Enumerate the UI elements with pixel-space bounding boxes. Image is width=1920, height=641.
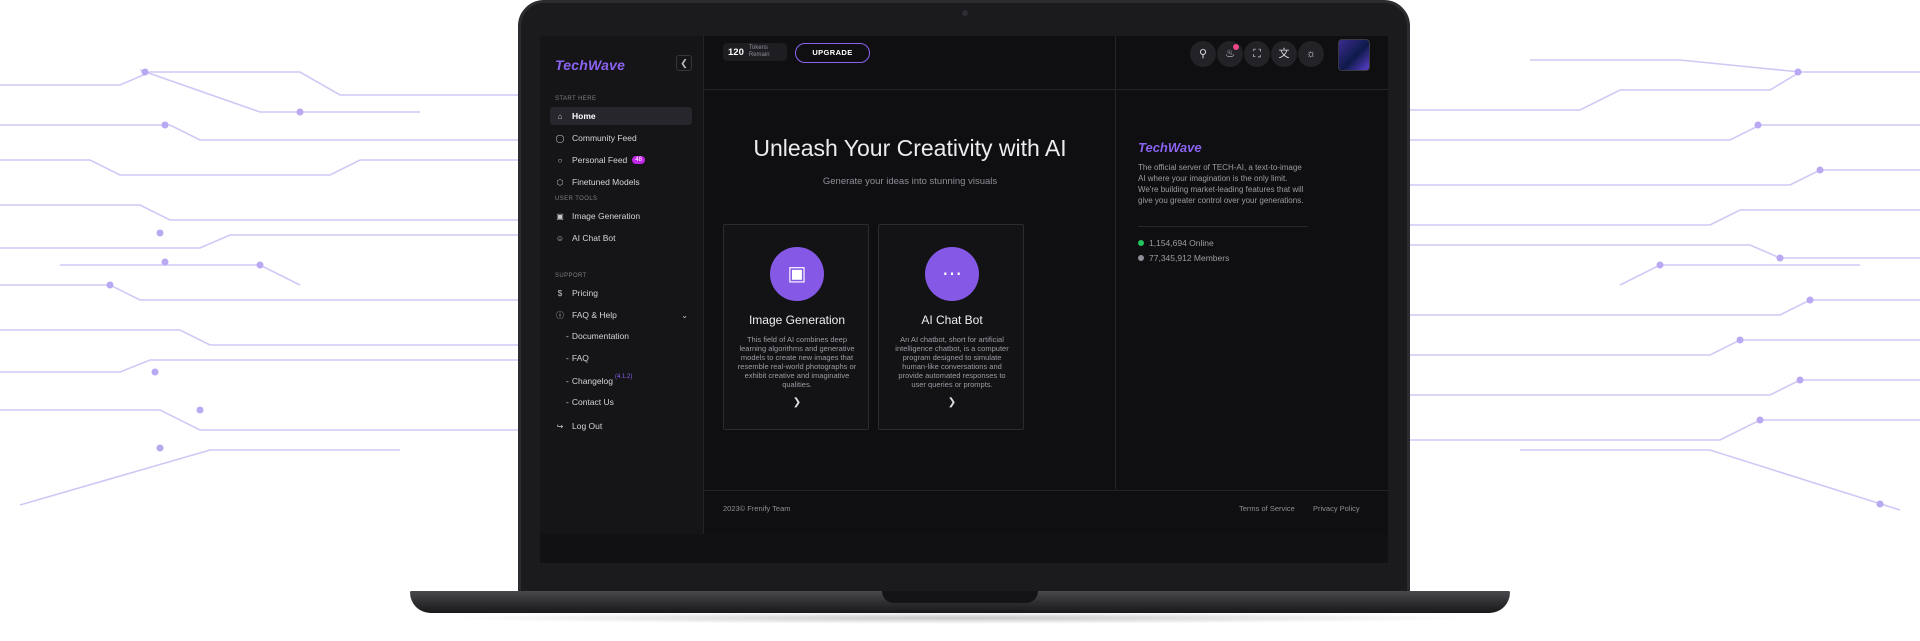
sidebar-item-community-feed[interactable]: ◯ Community Feed: [550, 129, 692, 147]
chat-icon: ⋯: [925, 247, 979, 301]
logout-icon: ↪: [556, 421, 564, 431]
user-avatar[interactable]: [1338, 39, 1370, 71]
page-subtitle: Generate your ideas into stunning visual…: [822, 176, 998, 187]
sidebar-item-label: Home: [572, 111, 596, 121]
notification-badge: 48: [632, 156, 645, 164]
topbar: 120 Tokens Remain UPGRADE ⚲ ♨ ⛶ 文 ☼: [704, 36, 1388, 90]
sidebar-item-label: FAQ & Help: [572, 310, 617, 320]
user-icon: ○: [557, 155, 563, 165]
app-screen: TechWave ❮ START HERE ⌂ Home ◯ Community…: [540, 36, 1388, 563]
info-logo: TechWave: [1138, 140, 1202, 155]
translate-button[interactable]: 文: [1271, 41, 1297, 67]
notification-dot: [1233, 44, 1239, 50]
home-icon: ⌂: [557, 111, 563, 121]
bell-icon: ♨: [1225, 48, 1235, 60]
sidebar: TechWave ❮ START HERE ⌂ Home ◯ Community…: [540, 36, 704, 563]
card-title: AI Chat Bot: [921, 313, 983, 327]
sidebar-item-ai-chat-bot[interactable]: ☺ AI Chat Bot: [550, 229, 692, 247]
fullscreen-icon: ⛶: [1253, 48, 1261, 60]
info-panel: TechWave The official server of TECH-AI,…: [1116, 90, 1388, 490]
tokens-count: 120: [728, 46, 744, 58]
circuit-decoration-right: [1380, 59, 1920, 511]
subitem-label: FAQ: [571, 353, 589, 363]
members-status-dot: [1138, 255, 1144, 261]
circuit-decoration-left: [0, 68, 540, 506]
card-description: This field of AI combines deep learning …: [737, 335, 857, 389]
chevron-left-icon: ❮: [680, 58, 688, 68]
sidebar-item-label: Personal Feed: [572, 155, 628, 165]
laptop-notch: [882, 591, 1038, 603]
subitem-label: Changelog: [571, 376, 613, 386]
laptop-camera: [962, 10, 968, 16]
help-icon: ⓘ: [556, 310, 564, 320]
page-title: Unleash Your Creativity with AI: [753, 135, 1067, 161]
card-title: Image Generation: [748, 313, 846, 327]
sidebar-subitem-documentation[interactable]: - Documentation: [566, 331, 629, 341]
sidebar-subitem-contact-us[interactable]: - Contact Us: [566, 397, 614, 407]
card-ai-chat-bot[interactable]: ⋯ AI Chat Bot An AI chatbot, short for a…: [878, 224, 1024, 430]
sidebar-item-faq-help[interactable]: ⓘ FAQ & Help ⌄: [550, 306, 692, 324]
online-status-dot: [1138, 240, 1144, 246]
sidebar-item-label: Pricing: [572, 288, 598, 298]
info-description: The official server of TECH-AI, a text-t…: [1138, 163, 1304, 205]
sidebar-item-label: AI Chat Bot: [572, 233, 616, 243]
card-image-generation[interactable]: ▣ Image Generation This field of AI comb…: [723, 224, 869, 430]
stage: TechWave ❮ START HERE ⌂ Home ◯ Community…: [0, 0, 1920, 641]
section-label-support: SUPPORT: [555, 273, 587, 279]
card-description: An AI chatbot, short for artificial inte…: [895, 335, 1009, 389]
search-icon: ⚲: [1198, 48, 1208, 60]
sun-icon: ☼: [1305, 48, 1317, 60]
users-icon: ◯: [555, 133, 565, 143]
brand-logo[interactable]: TechWave: [555, 57, 625, 73]
search-button[interactable]: ⚲: [1190, 41, 1216, 67]
sidebar-item-personal-feed[interactable]: ○ Personal Feed 48: [550, 151, 692, 169]
sidebar-item-pricing[interactable]: $ Pricing: [550, 284, 692, 302]
notifications-button[interactable]: ♨: [1217, 41, 1243, 67]
sidebar-item-image-generation[interactable]: ▣ Image Generation: [550, 207, 692, 225]
sidebar-item-label: Community Feed: [572, 133, 637, 143]
chevron-right-icon[interactable]: ❯: [879, 397, 1025, 408]
upgrade-button[interactable]: UPGRADE: [795, 43, 870, 63]
sidebar-subitem-changelog[interactable]: - Changelog (4.1.2): [566, 374, 633, 386]
footer: 2023© Frenify Team Terms of Service Priv…: [704, 490, 1388, 534]
section-label-user-tools: USER TOOLS: [555, 196, 598, 202]
laptop-shadow: [440, 612, 1480, 624]
tokens-counter: 120 Tokens Remain: [723, 43, 787, 61]
terms-link[interactable]: Terms of Service: [1239, 504, 1295, 513]
chevron-down-icon: ⌄: [681, 310, 688, 320]
image-icon: ▣: [556, 211, 564, 221]
image-icon: ▣: [770, 247, 824, 301]
sidebar-item-log-out[interactable]: ↪ Log Out: [550, 417, 692, 435]
fullscreen-button[interactable]: ⛶: [1244, 41, 1270, 67]
subitem-label: Contact Us: [571, 397, 614, 407]
tokens-label: Tokens Remain: [748, 45, 770, 58]
sidebar-item-home[interactable]: ⌂ Home: [550, 107, 692, 125]
collapse-sidebar-button[interactable]: ❮: [676, 55, 692, 71]
version-label: (4.1.2): [614, 374, 633, 380]
bottom-strip: [540, 534, 1388, 563]
divider: [1138, 226, 1308, 227]
members-stat: 77,345,912 Members: [1138, 253, 1229, 263]
sidebar-item-label: Log Out: [572, 421, 603, 431]
chat-icon: ☺: [555, 233, 565, 243]
privacy-link[interactable]: Privacy Policy: [1313, 504, 1360, 513]
cube-icon: ⬡: [556, 177, 564, 187]
main-content: Unleash Your Creativity with AI Generate…: [704, 90, 1116, 490]
copyright-text: 2023© Frenify Team: [723, 504, 791, 513]
sidebar-item-finetuned-models[interactable]: ⬡ Finetuned Models: [550, 173, 692, 191]
chevron-right-icon[interactable]: ❯: [724, 397, 870, 408]
online-stat: 1,154,694 Online: [1138, 238, 1214, 248]
sidebar-item-label: Finetuned Models: [572, 177, 640, 187]
subitem-label: Documentation: [571, 331, 630, 341]
dollar-icon: $: [557, 288, 563, 298]
section-label-start: START HERE: [555, 96, 597, 102]
sidebar-item-label: Image Generation: [572, 211, 641, 221]
translate-icon: 文: [1278, 48, 1290, 60]
theme-toggle-button[interactable]: ☼: [1298, 41, 1324, 67]
sidebar-subitem-faq[interactable]: - FAQ: [566, 353, 589, 363]
